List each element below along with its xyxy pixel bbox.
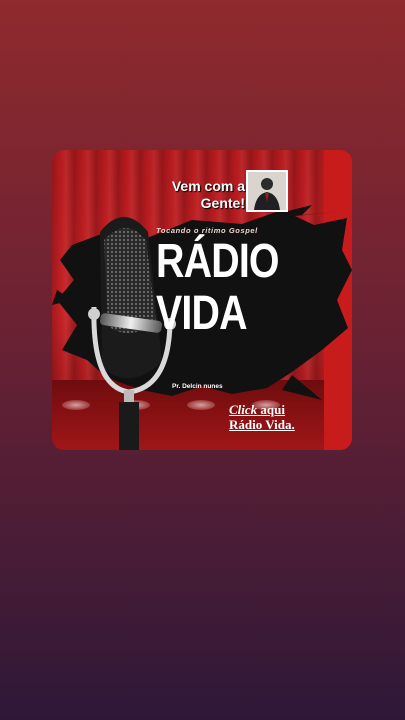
title-line-2: VIDA	[156, 287, 248, 340]
cta-line-2: Rádio Vida.	[229, 417, 295, 432]
tagline: Vem com a Gente!	[171, 178, 245, 211]
subtitle: Tocando o ritimo Gospel	[156, 226, 258, 235]
cta-word: Click	[229, 402, 258, 417]
click-here-link[interactable]: Click aqui Rádio Vida.	[229, 402, 329, 432]
pastor-name: Pr. Delcin nunes	[172, 383, 223, 390]
radio-vida-banner[interactable]: Vem com a Gente! Tocando o ritimo Gospel…	[52, 150, 352, 450]
station-title: RÁDIO VIDA	[156, 235, 280, 340]
title-line-1: RÁDIO	[156, 235, 280, 288]
pastor-photo	[246, 170, 288, 212]
cta-rest: aqui	[260, 402, 285, 417]
